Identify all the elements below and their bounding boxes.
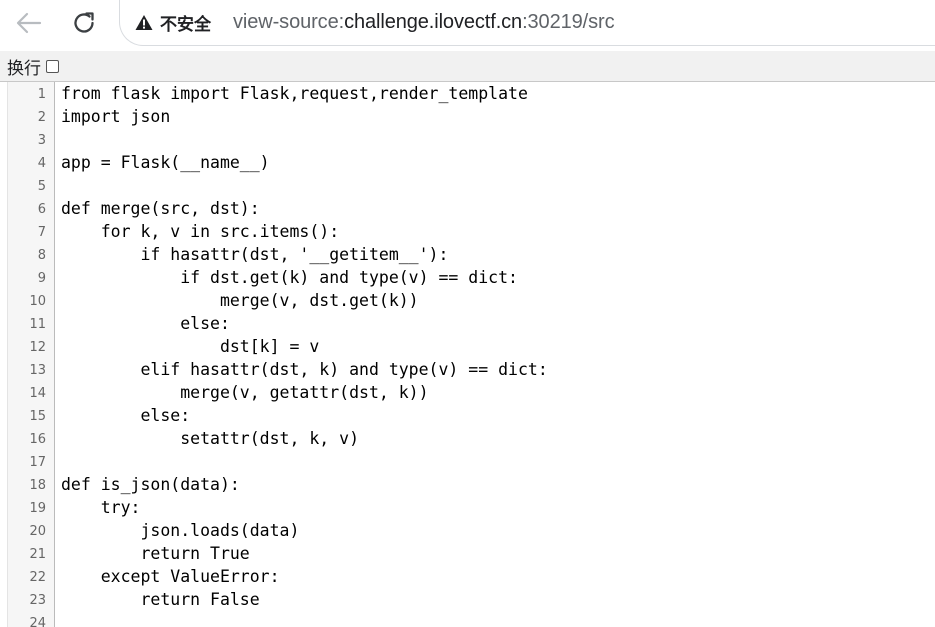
code-line: 12 dst[k] = v [0,335,935,358]
code-line: 18 def is_json(data): [0,473,935,496]
security-indicator[interactable]: 不安全 [135,10,211,35]
reload-button[interactable] [68,8,100,38]
line-number: 4 [37,156,46,171]
line-number: 15 [29,409,46,424]
line-content: app = Flask(__name__) [61,153,270,172]
line-content: dst[k] = v [61,337,320,356]
reload-icon [74,12,94,33]
code-line: 8 if hasattr(dst, '__getitem__'): [0,243,935,266]
address-bar[interactable]: 不安全 view-source:challenge.ilovectf.cn:30… [119,0,935,46]
line-number: 14 [29,386,46,401]
line-wrap-bar: 换行 [0,51,935,82]
code-line: 5 [0,174,935,197]
line-content: elif hasattr(dst, k) and type(v) == dict… [61,360,548,379]
line-number: 7 [37,225,46,240]
code-line: 9 if dst.get(k) and type(v) == dict: [0,266,935,289]
line-content: json.loads(data) [61,521,300,540]
code-line: 16 setattr(dst, k, v) [0,427,935,450]
url-host: challenge.ilovectf.cn [344,11,523,33]
line-number: 18 [29,478,46,493]
line-content: return True [61,544,250,563]
code-line: 22 except ValueError: [0,565,935,588]
line-wrap-label: 换行 [7,58,41,79]
code-line: 21 return True [0,542,935,565]
line-number: 10 [29,294,46,309]
code-line: 20 json.loads(data) [0,519,935,542]
line-number: 2 [37,110,46,125]
line-number: 19 [29,501,46,516]
line-number: 11 [29,317,46,332]
warning-triangle-icon [135,15,153,30]
code-line: 19 try: [0,496,935,519]
line-content: setattr(dst, k, v) [61,429,360,448]
line-number: 12 [29,340,46,355]
line-content: from flask import Flask,request,render_t… [61,84,528,103]
back-button[interactable] [13,8,45,38]
url-scheme: view-source: [233,11,345,33]
line-number: 3 [37,133,46,148]
line-number: 22 [29,570,46,585]
code-line: 7 for k, v in src.items(): [0,220,935,243]
line-number: 9 [37,271,46,286]
line-content: def merge(src, dst): [61,199,260,218]
line-number: 13 [29,363,46,378]
source-view: 1 from flask import Flask,request,render_… [0,82,935,627]
code-line: 3 [0,128,935,151]
code-line: 4 app = Flask(__name__) [0,151,935,174]
code-line: 2 import json [0,105,935,128]
line-number: 6 [37,202,46,217]
code-line: 1 from flask import Flask,request,render_… [0,82,935,105]
line-content: for k, v in src.items(): [61,222,340,241]
line-wrap-checkbox[interactable] [46,59,59,73]
line-content: if dst.get(k) and type(v) == dict: [61,268,518,287]
browser-toolbar: 不安全 view-source:challenge.ilovectf.cn:30… [0,0,935,48]
code-line: 13 elif hasattr(dst, k) and type(v) == d… [0,358,935,381]
line-number: 24 [29,616,46,627]
line-number: 16 [29,432,46,447]
code-line: 17 [0,450,935,473]
arrow-left-icon [16,12,42,34]
url-path: :30219/src [522,11,615,33]
line-number: 20 [29,524,46,539]
line-number: 17 [29,455,46,470]
line-content: except ValueError: [61,567,280,586]
line-content: try: [61,498,141,517]
code-line: 15 else: [0,404,935,427]
line-content: def is_json(data): [61,475,240,494]
line-number: 1 [37,87,46,102]
line-content: else: [61,314,230,333]
code-line: 11 else: [0,312,935,335]
code-line: 10 merge(v, dst.get(k)) [0,289,935,312]
code-line: 24 [0,611,935,627]
code-line: 6 def merge(src, dst): [0,197,935,220]
line-number: 8 [37,248,46,263]
line-number: 21 [29,547,46,562]
line-content: else: [61,406,191,425]
line-content: if hasattr(dst, '__getitem__'): [61,245,449,264]
line-content: return False [61,590,260,609]
line-content: merge(v, dst.get(k)) [61,291,419,310]
line-number: 5 [37,179,46,194]
url-text[interactable]: view-source:challenge.ilovectf.cn:30219/… [233,11,615,34]
line-content: import json [61,107,171,126]
line-content: merge(v, getattr(dst, k)) [61,383,429,402]
security-label: 不安全 [160,15,211,35]
code-line: 23 return False [0,588,935,611]
code-line: 14 merge(v, getattr(dst, k)) [0,381,935,404]
line-number: 23 [29,593,46,608]
